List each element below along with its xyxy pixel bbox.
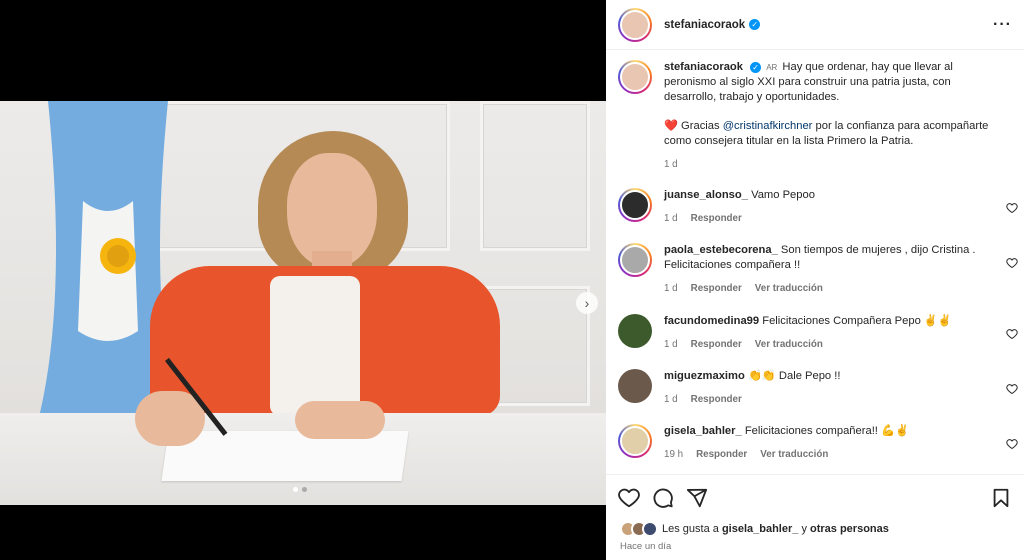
comment-time: 1 d — [664, 283, 678, 294]
likes-prefix: Les gusta a — [662, 523, 719, 535]
comment-time: 1 d — [664, 213, 678, 224]
action-icons-row — [618, 487, 1012, 511]
liker-avatar — [642, 521, 658, 537]
avatar[interactable] — [618, 424, 652, 458]
share-icon[interactable] — [686, 487, 708, 509]
comment-meta: 1 d Responder — [664, 392, 994, 407]
heart-small-icon[interactable] — [1006, 257, 1018, 269]
author-username[interactable]: stefaniacoraok — [664, 19, 745, 31]
comment-body: miguezmaximo 👏👏 Dale Pepo !! 1 d Respond… — [664, 369, 994, 407]
comment-item: miguezmaximo 👏👏 Dale Pepo !! 1 d Respond… — [618, 369, 1018, 407]
comment-body: juanse_alonso_ Vamo Pepoo 1 d Responder — [664, 188, 994, 226]
comment-username[interactable]: facundomedina99 — [664, 315, 759, 327]
heart-small-icon[interactable] — [1006, 328, 1018, 340]
post-actions: Les gusta a gisela_bahler_ y otras perso… — [606, 474, 1024, 560]
likes-middle: y — [801, 523, 807, 535]
comment-username[interactable]: gisela_bahler_ — [664, 425, 742, 437]
avatar[interactable] — [618, 314, 652, 348]
avatar[interactable] — [618, 188, 652, 222]
comment-text: Felicitaciones compañera!! 💪✌ — [744, 425, 909, 437]
caption: stefaniacoraok ✓ AR Hay que ordenar, hay… — [618, 60, 1018, 172]
heart-small-icon[interactable] — [1006, 202, 1018, 214]
heart-small-icon[interactable] — [1006, 383, 1018, 395]
heart-emoji-icon: ❤️ — [664, 120, 678, 132]
comment-meta: 1 d Responder Ver traducción — [664, 337, 994, 352]
verified-icon: ✓ — [750, 61, 762, 73]
reply-button[interactable]: Responder — [691, 281, 742, 296]
reply-button[interactable]: Responder — [696, 447, 747, 462]
comments-list[interactable]: stefaniacoraok ✓ AR Hay que ordenar, hay… — [606, 50, 1024, 474]
comment-username[interactable]: paola_estebecorena_ — [664, 244, 778, 256]
heart-small-icon[interactable] — [1006, 438, 1018, 450]
save-icon[interactable] — [990, 487, 1012, 509]
post-media: › — [0, 0, 606, 560]
comment-body: facundomedina99 Felicitaciones Compañera… — [664, 314, 994, 352]
likes-others[interactable]: otras personas — [810, 523, 889, 535]
post-header: stefaniacoraok ✓ ··· — [606, 0, 1024, 50]
comment-item: facundomedina99 Felicitaciones Compañera… — [618, 314, 1018, 352]
likes-summary: Les gusta a gisela_bahler_ y otras perso… — [620, 521, 889, 537]
post-side-panel: stefaniacoraok ✓ ··· stefaniacoraok ✓ AR… — [606, 0, 1024, 560]
caption-body: stefaniacoraok ✓ AR Hay que ordenar, hay… — [664, 60, 1004, 172]
likes-user[interactable]: gisela_bahler_ — [722, 523, 798, 535]
post-photo[interactable] — [0, 101, 606, 505]
caption-author[interactable]: stefaniacoraok — [664, 61, 743, 73]
avatar-image — [620, 62, 650, 92]
comment-time: 19 h — [664, 449, 684, 460]
comment-meta: 1 d Responder — [664, 211, 994, 226]
comment-time: 1 d — [664, 394, 678, 405]
comment-text: Felicitaciones Compañera Pepo ✌✌ — [762, 315, 952, 327]
caption-thanks: Gracias — [681, 120, 720, 132]
comment-meta: 1 d Responder Ver traducción — [664, 281, 994, 296]
likes-text: Les gusta a gisela_bahler_ y otras perso… — [662, 523, 889, 535]
reply-button[interactable]: Responder — [691, 211, 742, 226]
caption-badge: AR — [766, 63, 778, 72]
translate-button[interactable]: Ver traducción — [760, 447, 828, 462]
carousel-dot — [302, 487, 307, 492]
avatar-image — [620, 190, 650, 220]
avatar-image — [620, 245, 650, 275]
comment-meta: 19 h Responder Ver traducción — [664, 447, 994, 462]
comment-icon[interactable] — [652, 487, 674, 509]
like-icon[interactable] — [618, 487, 640, 509]
wall-panel — [480, 101, 590, 251]
avatar-image — [620, 9, 650, 40]
avatar-image — [620, 426, 650, 456]
avatar[interactable] — [618, 60, 652, 94]
comment-body: gisela_bahler_ Felicitaciones compañera!… — [664, 424, 994, 462]
comment-item: gisela_bahler_ Felicitaciones compañera!… — [618, 424, 1018, 462]
comment-item: paola_estebecorena_ Son tiempos de mujer… — [618, 243, 1018, 296]
avatar-image — [618, 314, 652, 348]
avatar-image — [618, 369, 652, 403]
carousel-dot — [293, 487, 298, 492]
comment-text: Vamo Pepoo — [751, 189, 815, 201]
carousel-indicator — [293, 487, 307, 492]
more-icon[interactable]: ··· — [993, 16, 1012, 34]
translate-button[interactable]: Ver traducción — [755, 281, 823, 296]
avatar[interactable] — [618, 369, 652, 403]
comment-text: 👏👏 Dale Pepo !! — [747, 370, 841, 382]
caption-time: 1 d — [664, 159, 678, 170]
avatar[interactable] — [618, 7, 652, 42]
verified-icon: ✓ — [749, 19, 761, 30]
reply-button[interactable]: Responder — [691, 392, 742, 407]
document-paper — [161, 431, 409, 481]
white-shirt — [270, 276, 360, 416]
comment-body: paola_estebecorena_ Son tiempos de mujer… — [664, 243, 994, 296]
comment-time: 1 d — [664, 339, 678, 350]
comment-username[interactable]: juanse_alonso_ — [664, 189, 748, 201]
avatar[interactable] — [618, 243, 652, 277]
comment-item: juanse_alonso_ Vamo Pepoo 1 d Responder — [618, 188, 1018, 226]
hand-right — [295, 401, 385, 439]
reply-button[interactable]: Responder — [691, 337, 742, 352]
comment-username[interactable]: miguezmaximo — [664, 370, 745, 382]
posted-time[interactable]: Hace un día — [620, 541, 671, 552]
next-icon[interactable]: › — [576, 292, 598, 314]
caption-meta: 1 d — [664, 157, 1004, 172]
caption-mention[interactable]: @cristinafkirchner — [723, 120, 813, 132]
translate-button[interactable]: Ver traducción — [755, 337, 823, 352]
